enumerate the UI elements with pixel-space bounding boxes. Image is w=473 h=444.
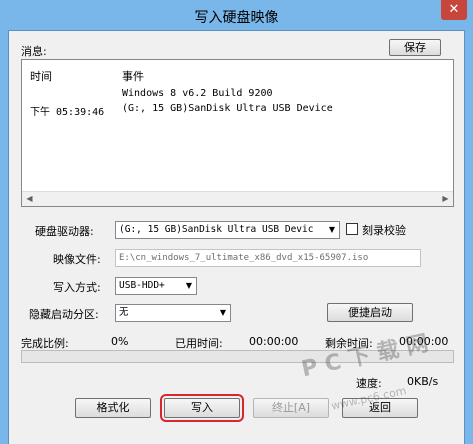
- elapsed-time-value: 00:00:00: [249, 335, 299, 348]
- write-mode-select-value: USB-HDD+: [119, 280, 165, 291]
- scroll-right-icon[interactable]: ▶: [438, 192, 453, 206]
- title-bar[interactable]: 写入硬盘映像 ✕: [0, 0, 473, 30]
- messages-label: 消息:: [21, 45, 47, 58]
- scroll-left-icon[interactable]: ◀: [22, 192, 37, 206]
- elapsed-time-label: 已用时间:: [175, 337, 223, 350]
- drive-label: 硬盘驱动器:: [35, 225, 94, 238]
- stop-button[interactable]: 终止[A]: [253, 398, 329, 418]
- format-button[interactable]: 格式化: [75, 398, 151, 418]
- log-row-1-event: Windows 8 v6.2 Build 9200: [122, 88, 273, 99]
- write-button[interactable]: 写入: [160, 394, 244, 422]
- speed-value: 0KB/s: [407, 375, 439, 388]
- image-file-input[interactable]: E:\cn_windows_7_ultimate_x86_dvd_x15-659…: [115, 249, 421, 267]
- horizontal-scrollbar[interactable]: ◀ ▶: [22, 191, 453, 206]
- hidden-partition-select[interactable]: 无 ▼: [115, 304, 231, 322]
- app-window: 写入硬盘映像 ✕ 消息: 保存 时间 事件 Windows 8 v6.2 Bui…: [0, 0, 473, 444]
- quick-boot-button[interactable]: 便捷启动: [327, 303, 413, 322]
- write-mode-select[interactable]: USB-HDD+ ▼: [115, 277, 197, 295]
- log-row-2-event: (G:, 15 GB)SanDisk Ultra USB Device: [122, 103, 333, 114]
- chevron-down-icon[interactable]: ▼: [216, 305, 230, 321]
- hidden-partition-label: 隐藏启动分区:: [29, 308, 99, 321]
- message-log[interactable]: 时间 事件 Windows 8 v6.2 Build 9200 下午 05:39…: [21, 59, 454, 207]
- close-icon[interactable]: ✕: [441, 0, 467, 20]
- drive-select-value: (G:, 15 GB)SanDisk Ultra USB Devic: [119, 224, 314, 235]
- column-header-event: 事件: [122, 70, 144, 83]
- speed-label: 速度:: [356, 377, 382, 390]
- write-progress-bar: [21, 350, 454, 363]
- verify-checkbox[interactable]: [346, 223, 358, 235]
- back-button[interactable]: 返回: [342, 398, 418, 418]
- save-button[interactable]: 保存: [389, 39, 441, 56]
- log-row-2-time: 下午 05:39:46: [30, 107, 105, 118]
- chevron-down-icon[interactable]: ▼: [325, 222, 339, 238]
- drive-select[interactable]: (G:, 15 GB)SanDisk Ultra USB Devic ▼: [115, 221, 340, 239]
- window-title: 写入硬盘映像: [194, 10, 279, 26]
- dialog-body: 消息: 保存 时间 事件 Windows 8 v6.2 Build 9200 下…: [8, 30, 465, 444]
- column-header-time: 时间: [30, 70, 52, 83]
- verify-label: 刻录校验: [362, 224, 406, 237]
- write-mode-label: 写入方式:: [53, 281, 101, 294]
- chevron-down-icon[interactable]: ▼: [182, 278, 196, 294]
- remaining-time-label: 剩余时间:: [325, 337, 373, 350]
- complete-ratio-label: 完成比例:: [21, 337, 69, 350]
- image-file-label: 映像文件:: [53, 253, 101, 266]
- hidden-partition-select-value: 无: [119, 307, 129, 318]
- remaining-time-value: 00:00:00: [399, 335, 449, 348]
- complete-ratio-value: 0%: [111, 335, 129, 348]
